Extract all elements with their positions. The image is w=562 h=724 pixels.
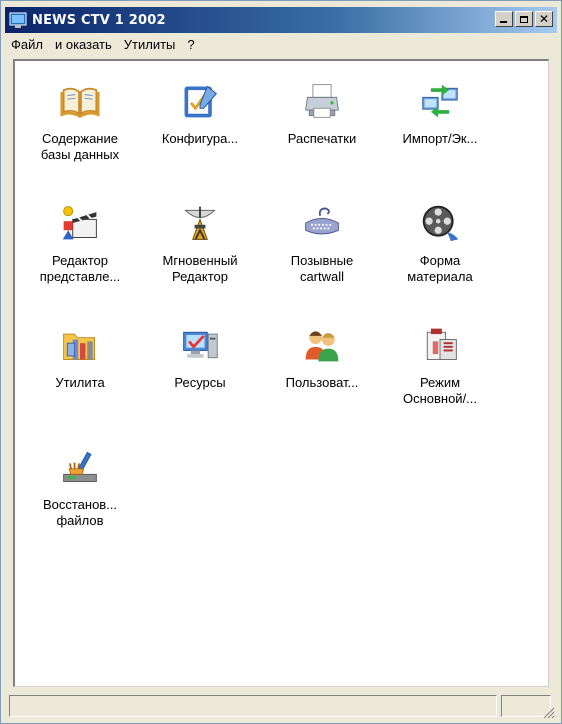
minimize-icon <box>500 21 507 23</box>
maximize-button[interactable] <box>515 11 533 27</box>
shortcut-label-line: Утилита <box>55 375 105 390</box>
shortcut-label-line: Основной/... <box>402 391 478 406</box>
film-reel-icon <box>418 201 462 245</box>
shortcut-label-line: Импорт/Эк... <box>402 131 478 146</box>
desktop-shortcut[interactable]: Конфигура... <box>139 79 261 147</box>
desktop-shortcut[interactable]: Восстанов... файлов <box>19 445 141 529</box>
desktop-shortcut[interactable]: Форма материала <box>379 201 501 285</box>
toolbox-icon <box>418 323 462 367</box>
desktop-shortcut[interactable]: Утилита <box>19 323 141 391</box>
menu-view[interactable]: и оказать <box>49 37 118 52</box>
shortcut-label: Форма материала <box>379 253 501 285</box>
shortcut-label-line: базы данных <box>40 147 120 162</box>
shortcut-label: Ресурсы <box>139 375 261 391</box>
disk-cleanup-icon <box>58 445 102 489</box>
desktop-shortcut[interactable]: Ресурсы <box>139 323 261 391</box>
shortcut-label: Пользоват... <box>261 375 383 391</box>
desktop-shortcut[interactable]: Режим Основной/... <box>379 323 501 407</box>
shortcut-label: Импорт/Эк... <box>379 131 501 147</box>
checklist-icon <box>178 79 222 123</box>
menu-bar: Файл и оказать Утилиты ? <box>5 33 557 55</box>
shortcut-label: Режим Основной/... <box>379 375 501 407</box>
shortcut-label: Утилита <box>19 375 141 391</box>
shortcut-label: Редактор представле... <box>19 253 141 285</box>
shortcut-label: Конфигура... <box>139 131 261 147</box>
window-controls: ✕ <box>495 11 553 27</box>
clapperboard-shapes-icon <box>58 201 102 245</box>
printer-icon <box>300 79 344 123</box>
application-window: NEWS CTV 1 2002 ✕ Файл и оказать Утилиты… <box>0 0 562 724</box>
shortcut-label-line: Содержание <box>42 131 118 146</box>
status-bar <box>5 691 557 721</box>
open-book-icon <box>58 79 102 123</box>
shortcut-label-line: Пользоват... <box>285 375 359 390</box>
menu-file[interactable]: Файл <box>5 37 49 52</box>
satellite-dish-icon <box>178 201 222 245</box>
shortcut-label: Содержание базы данных <box>19 131 141 163</box>
desktop-shortcut[interactable]: Мгновенный Редактор <box>139 201 261 285</box>
desktop-shortcut[interactable]: Пользоват... <box>261 323 383 391</box>
desktop-shortcut[interactable]: Импорт/Эк... <box>379 79 501 147</box>
shortcut-label-line: файлов <box>56 513 104 528</box>
shortcut-label-line: Режим <box>419 375 461 390</box>
resize-grip-icon[interactable] <box>541 705 555 719</box>
computer-resources-icon <box>178 323 222 367</box>
desktop-shortcut[interactable]: Содержание базы данных <box>19 79 141 163</box>
menu-utilities[interactable]: Утилиты <box>118 37 182 52</box>
status-pane-main <box>9 695 497 717</box>
shortcut-label-line: cartwall <box>299 269 345 284</box>
minimize-button[interactable] <box>495 11 513 27</box>
app-icon <box>9 12 27 28</box>
shortcut-label-line: Конфигура... <box>161 131 239 146</box>
shortcut-label-line: материала <box>407 269 473 284</box>
shortcut-label: Восстанов... файлов <box>19 497 141 529</box>
network-transfer-icon <box>418 79 462 123</box>
shortcut-label-line: Форма <box>419 253 461 268</box>
shortcut-label-line: Мгновенный <box>162 253 238 268</box>
shortcut-label: Позывные cartwall <box>261 253 383 285</box>
shortcut-label-line: представле... <box>39 269 121 284</box>
icon-view: Содержание базы данных Конфигура... Распеча… <box>13 59 549 687</box>
shortcut-label-line: Ресурсы <box>174 375 226 390</box>
desktop-shortcut[interactable]: Позывные cartwall <box>261 201 383 285</box>
desktop-shortcut[interactable]: Распечатки <box>261 79 383 147</box>
shortcut-label-line: Распечатки <box>287 131 357 146</box>
shortcut-label: Распечатки <box>261 131 383 147</box>
desktop-shortcut[interactable]: Редактор представле... <box>19 201 141 285</box>
shortcut-label-line: Редактор <box>52 253 108 268</box>
tools-folder-icon <box>58 323 102 367</box>
keyboard-icon <box>300 201 344 245</box>
users-icon <box>300 323 344 367</box>
maximize-icon <box>520 15 528 23</box>
close-icon: ✕ <box>538 12 550 26</box>
shortcut-label-line: Позывные <box>290 253 354 268</box>
close-button[interactable]: ✕ <box>535 11 553 27</box>
shortcut-label-line: Восстанов... <box>42 497 118 512</box>
window-title: NEWS CTV 1 2002 <box>32 12 166 28</box>
menu-help[interactable]: ? <box>181 37 200 52</box>
shortcut-label: Мгновенный Редактор <box>139 253 261 285</box>
title-bar[interactable]: NEWS CTV 1 2002 ✕ <box>5 7 557 33</box>
shortcut-label-line: Редактор <box>172 269 228 284</box>
